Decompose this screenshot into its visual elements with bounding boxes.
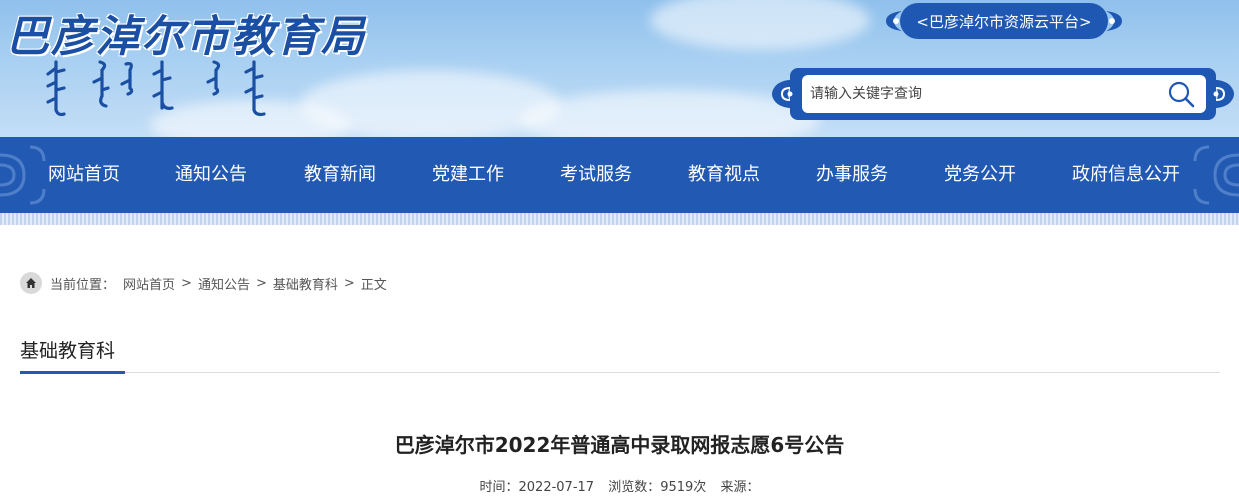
article-title: 巴彦淖尔市2022年普通高中录取网报志愿6号公告 — [394, 433, 845, 457]
header-banner: 巴彦淖尔市教育局 <巴彦淖尔市资源云平台> — [0, 0, 1239, 137]
breadcrumb-separator: > — [181, 275, 192, 291]
nav-item-home[interactable]: 网站首页 — [48, 137, 120, 213]
nav-item-party-affairs[interactable]: 党务公开 — [944, 137, 1016, 213]
article-source: 来源： — [720, 480, 760, 495]
breadcrumb-separator: > — [343, 275, 355, 291]
nav-item-gov-info[interactable]: 政府信息公开 — [1072, 137, 1180, 213]
section-underline — [20, 371, 125, 374]
breadcrumb-prefix: 当前位置： — [50, 277, 116, 293]
cloud-decoration — [650, 0, 870, 50]
resource-platform-link[interactable]: <巴彦淖尔市资源云平台> — [882, 3, 1126, 39]
main-nav: 网站首页 通知公告 教育新闻 党建工作 考试服务 教育视点 办事服务 党务公开 … — [0, 137, 1239, 213]
section-divider — [20, 372, 1220, 373]
nav-item-party-work[interactable]: 党建工作 — [432, 137, 504, 213]
section-title: 基础教育科 — [20, 340, 116, 362]
article-views: 浏览数：9519次 — [608, 480, 707, 495]
ornament-icon — [1106, 11, 1122, 31]
nav-items: 网站首页 通知公告 教育新闻 党建工作 考试服务 教育视点 办事服务 党务公开 … — [0, 137, 1239, 213]
search-icon[interactable] — [1166, 79, 1196, 109]
mongolian-script-logo — [46, 60, 266, 117]
breadcrumb-notices[interactable]: 通知公告 — [198, 274, 250, 293]
nav-stripe — [0, 213, 1239, 225]
ornament-icon — [772, 79, 802, 109]
nav-item-services[interactable]: 办事服务 — [816, 137, 888, 213]
nav-item-exam-service[interactable]: 考试服务 — [560, 137, 632, 213]
site-title: 巴彦淖尔市教育局 — [6, 12, 366, 62]
search-box — [802, 75, 1206, 113]
breadcrumb-separator: > — [255, 275, 267, 291]
resource-platform-label[interactable]: <巴彦淖尔市资源云平台> — [916, 11, 1091, 32]
nav-item-viewpoint[interactable]: 教育视点 — [688, 137, 760, 213]
ornament-icon — [1204, 79, 1234, 109]
article-time: 时间：2022-07-17 — [479, 480, 595, 495]
article-meta: 时间：2022-07-17 浏览数：9519次 来源： — [0, 476, 1239, 495]
search-input[interactable] — [810, 80, 1150, 108]
breadcrumb-basic-education[interactable]: 基础教育科 — [273, 274, 338, 293]
breadcrumb: 当前位置： 网站首页 > 通知公告 > 基础教育科 > 正文 — [20, 272, 387, 294]
ornament-icon — [886, 11, 902, 31]
search-bar — [768, 68, 1238, 120]
home-icon — [20, 272, 42, 294]
breadcrumb-current: 正文 — [360, 277, 387, 293]
nav-item-news[interactable]: 教育新闻 — [304, 137, 376, 213]
breadcrumb-home[interactable]: 网站首页 — [123, 274, 175, 293]
nav-item-notices[interactable]: 通知公告 — [175, 137, 247, 213]
